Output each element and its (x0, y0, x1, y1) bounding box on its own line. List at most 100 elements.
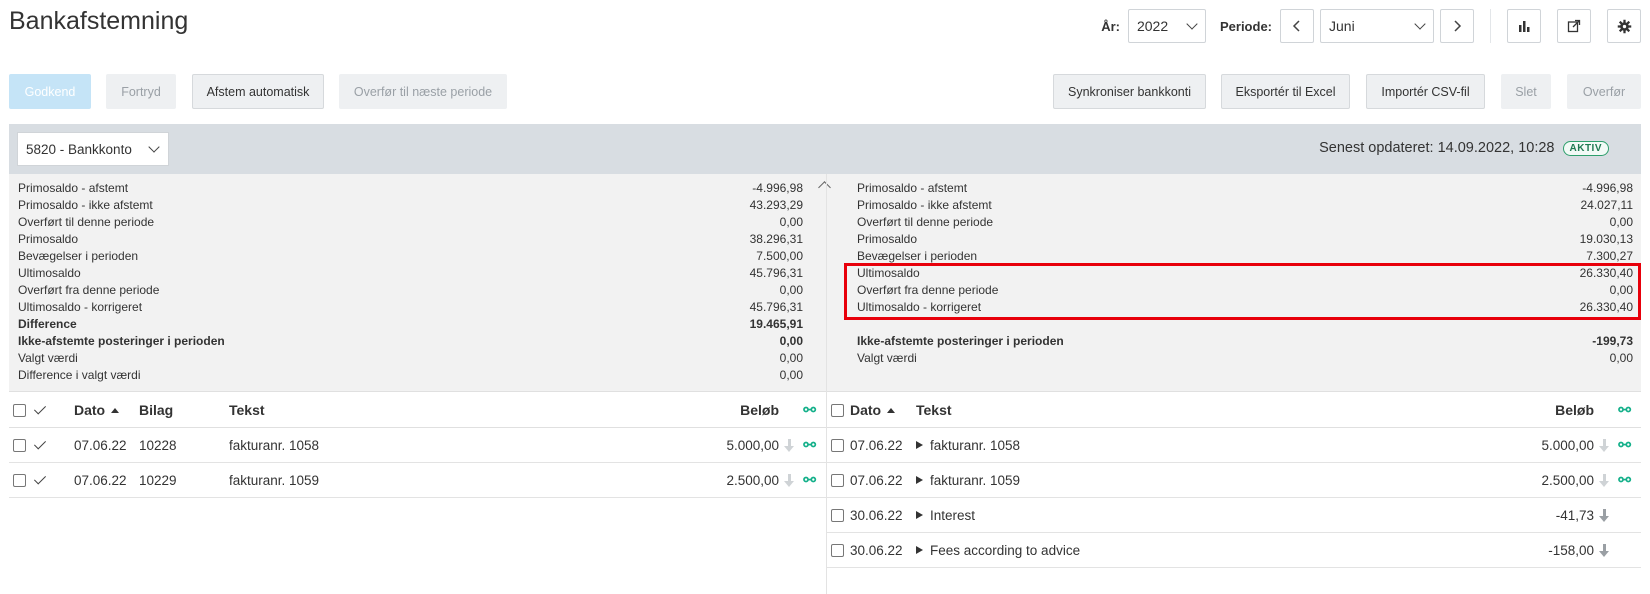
select-all-checkbox[interactable] (831, 393, 844, 427)
summary-value: 0,00 (1609, 351, 1633, 365)
ledger-table-header: Dato Bilag Tekst Beløb ⚯ (9, 393, 826, 428)
expand-triangle-icon[interactable] (916, 476, 923, 484)
text-column-header[interactable]: Tekst (229, 393, 265, 427)
summary-value: 0,00 (779, 334, 803, 348)
summary-row: Primosaldo 38.296,31 (18, 231, 803, 248)
summary-row: Primosaldo 19.030,13 (857, 231, 1633, 248)
link-icon[interactable]: ⚯ (803, 428, 816, 462)
row-checkbox[interactable] (831, 533, 844, 567)
summary-row: Primosaldo - ikke afstemt 43.293,29 (18, 197, 803, 214)
settings-button[interactable] (1607, 9, 1641, 43)
select-all-checkbox[interactable] (13, 393, 26, 427)
voucher-column-header[interactable]: Bilag (139, 393, 173, 427)
arrow-down-cell[interactable] (1599, 533, 1609, 567)
table-row[interactable]: 07.06.22 10229 fakturanr. 1059 2.500,00 ⚯ (9, 463, 826, 498)
row-text[interactable]: fakturanr. 1059 (916, 463, 1020, 497)
summary-label: Primosaldo (857, 232, 918, 246)
arrow-down-icon[interactable] (1599, 438, 1609, 452)
summary-label: Primosaldo - afstemt (857, 181, 968, 195)
prev-period-button[interactable] (1280, 9, 1314, 43)
row-amount: 2.500,00 (1541, 472, 1594, 488)
sync-bank-accounts-button[interactable]: Synkroniser bankkonti (1053, 74, 1206, 109)
table-row[interactable]: 07.06.22 fakturanr. 1059 2.500,00 ⚯ (827, 463, 1641, 498)
row-date: 30.06.22 (850, 542, 903, 558)
link-icon[interactable]: ⚯ (803, 463, 816, 497)
link-icon[interactable]: ⚯ (1618, 463, 1631, 497)
amount-column-header[interactable]: Beløb (1555, 393, 1594, 427)
row-amount: -158,00 (1548, 542, 1594, 558)
row-checkbox[interactable] (831, 498, 844, 532)
arrow-down-cell[interactable] (1599, 463, 1609, 497)
summary-value: -4.996,98 (1582, 181, 1633, 195)
arrow-down-cell[interactable] (784, 463, 794, 497)
table-row[interactable]: 30.06.22 Interest -41,73 (827, 498, 1641, 533)
summary-label: Difference i valgt værdi (18, 368, 141, 382)
text-column-header[interactable]: Tekst (916, 393, 952, 427)
page-title: Bankafstemning (9, 7, 189, 35)
summary-label: Difference (18, 317, 77, 331)
check-icon[interactable] (33, 463, 47, 497)
arrow-down-icon[interactable] (784, 438, 794, 452)
check-icon[interactable] (33, 393, 47, 427)
row-checkbox[interactable] (13, 428, 26, 462)
auto-reconcile-button[interactable]: Afstem automatisk (192, 74, 324, 109)
export-excel-button[interactable]: Eksportér til Excel (1221, 74, 1350, 109)
row-text[interactable]: Interest (916, 498, 975, 532)
undo-button[interactable]: Fortryd (106, 74, 176, 109)
row-checkbox[interactable] (831, 463, 844, 497)
date-column-header[interactable]: Dato (850, 393, 896, 427)
expand-triangle-icon[interactable] (916, 511, 923, 519)
summary-row: Valgt værdi 0,00 (18, 350, 803, 367)
check-icon[interactable] (33, 428, 47, 462)
arrow-down-icon[interactable] (1599, 508, 1609, 522)
account-select[interactable]: 5820 - Bankkonto (17, 132, 169, 166)
summary-value: 0,00 (1609, 215, 1633, 229)
row-text: fakturanr. 1058 (229, 437, 320, 453)
arrow-down-cell[interactable] (1599, 498, 1609, 532)
delete-button[interactable]: Slet (1501, 74, 1551, 109)
row-date: 07.06.22 (74, 472, 127, 488)
row-checkbox[interactable] (831, 428, 844, 462)
summary-label: Bevægelser i perioden (18, 249, 139, 263)
open-external-button[interactable] (1557, 9, 1591, 43)
row-checkbox[interactable] (13, 463, 26, 497)
summary-row: Ikke-afstemte posteringer i perioden 0,00 (18, 333, 803, 350)
arrow-down-cell[interactable] (784, 428, 794, 462)
arrow-down-icon[interactable] (1599, 543, 1609, 557)
account-header: 5820 - Bankkonto Senest opdateret: 14.09… (9, 124, 1641, 174)
summary-value: 38.296,31 (749, 232, 803, 246)
arrow-down-icon[interactable] (784, 473, 794, 487)
transfer-button[interactable]: Overfør (1567, 74, 1641, 109)
table-row[interactable]: 07.06.22 fakturanr. 1058 5.000,00 ⚯ (827, 428, 1641, 463)
next-period-button[interactable] (1440, 9, 1474, 43)
collapse-icon[interactable] (818, 181, 831, 194)
date-column-header[interactable]: Dato (74, 393, 120, 427)
summary-label: Primosaldo - afstemt (18, 181, 129, 195)
period-select[interactable]: Juni (1320, 9, 1434, 43)
summary-value: -199,73 (1592, 334, 1633, 348)
row-text-label: Fees according to advice (930, 542, 1081, 558)
summary-value: -4.996,98 (752, 181, 803, 195)
year-value: 2022 (1136, 18, 1169, 34)
summary-label: Ikke-afstemte posteringer i perioden (857, 334, 1064, 348)
arrow-down-cell[interactable] (1599, 428, 1609, 462)
expand-triangle-icon[interactable] (916, 441, 923, 449)
expand-triangle-icon[interactable] (916, 546, 923, 554)
amount-column-header[interactable]: Beløb (740, 393, 779, 427)
row-text[interactable]: Fees according to advice (916, 533, 1080, 567)
approve-button[interactable]: Godkend (9, 74, 91, 109)
summary-label: Overført fra denne periode (18, 283, 160, 297)
summary-label: Ultimosaldo (18, 266, 81, 280)
chevron-down-icon (1414, 17, 1426, 30)
arrow-down-icon[interactable] (1599, 473, 1609, 487)
year-select[interactable]: 2022 (1127, 9, 1206, 43)
row-text[interactable]: fakturanr. 1058 (916, 428, 1020, 462)
table-row[interactable]: 30.06.22 Fees according to advice -158,00 (827, 533, 1641, 568)
statistics-button[interactable] (1507, 9, 1541, 43)
transfer-next-period-button[interactable]: Overfør til næste periode (339, 74, 507, 109)
table-row[interactable]: 07.06.22 10228 fakturanr. 1058 5.000,00 ⚯ (9, 428, 826, 463)
divider (1490, 9, 1491, 43)
link-icon[interactable]: ⚯ (1618, 428, 1631, 462)
summary-value: 45.796,31 (749, 266, 803, 280)
import-csv-button[interactable]: Importér CSV-fil (1366, 74, 1485, 109)
